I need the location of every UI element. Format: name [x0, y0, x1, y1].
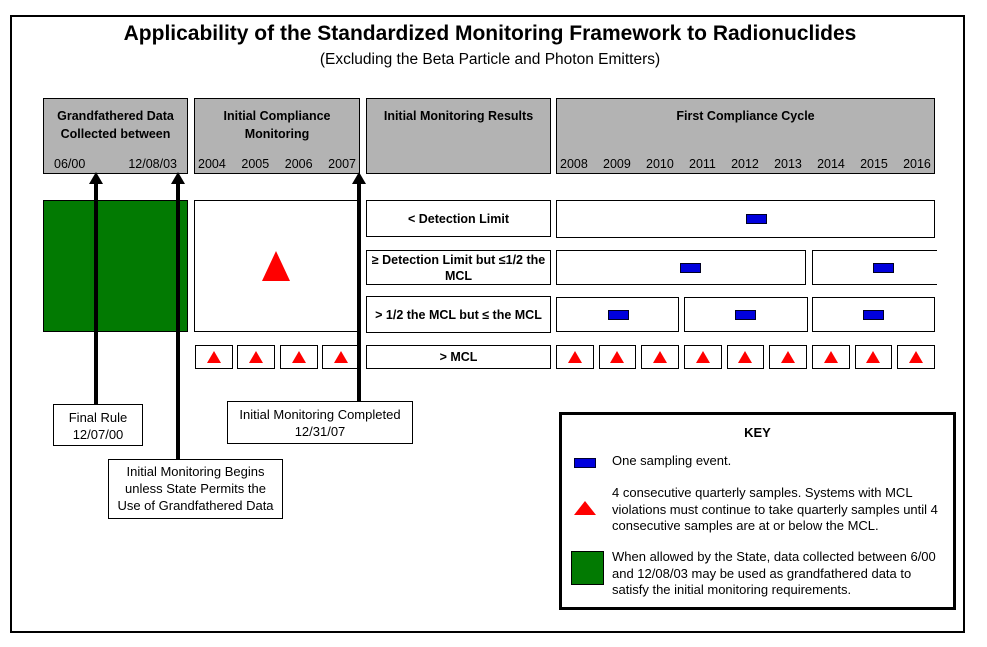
quarterly-box [897, 345, 935, 369]
diagram-subtitle: (Excluding the Beta Particle and Photon … [319, 51, 661, 68]
sampling-event-icon [680, 263, 701, 273]
triangle-icon [610, 351, 625, 363]
header-first-cycle-label: First Compliance Cycle [676, 109, 815, 123]
year-label: 2004 [198, 157, 226, 171]
sampling-event-icon [746, 214, 767, 224]
initial-monitoring-box [194, 200, 360, 332]
header-first-cycle: First Compliance Cycle 2008 2009 2010 2011 2… [556, 98, 935, 174]
triangle-icon [207, 351, 221, 363]
year-label: 2014 [817, 157, 845, 171]
quarterly-box [322, 345, 360, 369]
triangle-icon [334, 351, 348, 363]
year-label: 2006 [284, 157, 313, 171]
triangle-icon [249, 351, 263, 363]
header-initial-results-label: Initial Monitoring Results [383, 109, 534, 123]
arrow-up-icon [89, 172, 103, 184]
key-title: KEY [744, 425, 771, 440]
green-square-icon [571, 551, 604, 585]
callout-initial-begins: Initial Monitoring Begins unless State P… [108, 459, 283, 519]
sampling-event-icon [873, 263, 894, 273]
timeline-final-rule-line [94, 184, 98, 404]
quarterly-box [195, 345, 233, 369]
triangle-icon [695, 351, 710, 363]
arrow-up-icon [171, 172, 185, 184]
date-start: 06/00 [54, 157, 86, 171]
timeline-initial-begins-line [176, 184, 180, 460]
quarterly-box [556, 345, 594, 369]
key-item-grandfathered: When allowed by the State, data collecte… [612, 549, 936, 597]
triangle-icon [262, 251, 290, 281]
year-label: 2015 [860, 157, 888, 171]
quarterly-box [280, 345, 318, 369]
blue-rectangle-icon [574, 458, 596, 468]
triangle-icon [823, 351, 838, 363]
triangle-icon [866, 351, 881, 363]
cycle-box-row2-a [556, 250, 806, 285]
grandfathered-data-block [43, 200, 188, 332]
year-label: 2013 [774, 157, 802, 171]
cycle-box-row1 [556, 200, 935, 238]
row-label-detection-to-half-mcl: ≥ Detection Limit but ≤1/2 the MCL [366, 250, 551, 285]
row-label-below-detection: < Detection Limit [366, 200, 551, 237]
header-initial-compliance: Initial Compliance Monitoring 2004 2005 20… [194, 98, 360, 174]
header-grandfathered-label: Grandfathered Data Collected between [57, 109, 174, 141]
triangle-icon [653, 351, 668, 363]
quarterly-box [769, 345, 807, 369]
quarterly-box [684, 345, 722, 369]
triangle-icon [292, 351, 306, 363]
cycle-box-row2-b [812, 250, 937, 285]
triangle-icon [909, 351, 924, 363]
quarterly-box [598, 345, 637, 369]
year-label: 2016 [903, 157, 931, 171]
key-legend: KEY One sampling event. 4 consecutive qu… [559, 412, 956, 610]
red-triangle-icon [574, 501, 596, 515]
quarterly-box [854, 345, 893, 369]
key-item-sampling-event: One sampling event. [612, 453, 732, 468]
quarterly-box [812, 345, 850, 369]
year-label: 2011 [689, 157, 716, 171]
timeline-initial-completed-line [357, 184, 361, 402]
diagram-title: Applicability of the Standardized Monito… [123, 22, 857, 45]
quarterly-box [641, 345, 679, 369]
row-label-above-mcl: > MCL [366, 345, 551, 369]
callout-initial-completed: Initial Monitoring Completed 12/31/07 [227, 401, 413, 444]
sampling-event-icon [735, 310, 756, 320]
row-label-half-mcl-to-mcl: > 1/2 the MCL but ≤ the MCL [366, 296, 551, 333]
header-initial-results: Initial Monitoring Results [366, 98, 551, 174]
triangle-icon [738, 351, 753, 363]
key-item-quarterly: 4 consecutive quarterly samples. Systems… [612, 485, 938, 533]
date-end: 12/08/03 [128, 157, 177, 171]
year-label: 2007 [328, 157, 356, 171]
year-label: 2010 [646, 157, 674, 171]
cycle-box-row3-b [684, 297, 808, 332]
triangle-icon [567, 351, 582, 363]
sampling-event-icon [608, 310, 629, 320]
year-label: 2008 [560, 157, 588, 171]
callout-final-rule: Final Rule 12/07/00 [53, 404, 143, 446]
year-label: 2012 [731, 157, 759, 171]
quarterly-box [726, 345, 765, 369]
quarterly-box [237, 345, 275, 369]
arrow-up-icon [352, 172, 366, 184]
year-label: 2005 [241, 157, 270, 171]
cycle-box-row3-a [556, 297, 679, 332]
header-grandfathered: Grandfathered Data Collected between 06/… [43, 98, 188, 174]
year-label: 2009 [603, 157, 631, 171]
triangle-icon [781, 351, 796, 363]
header-initial-compliance-label: Initial Compliance Monitoring [223, 109, 331, 141]
cycle-box-row3-c [812, 297, 935, 332]
sampling-event-icon [863, 310, 884, 320]
